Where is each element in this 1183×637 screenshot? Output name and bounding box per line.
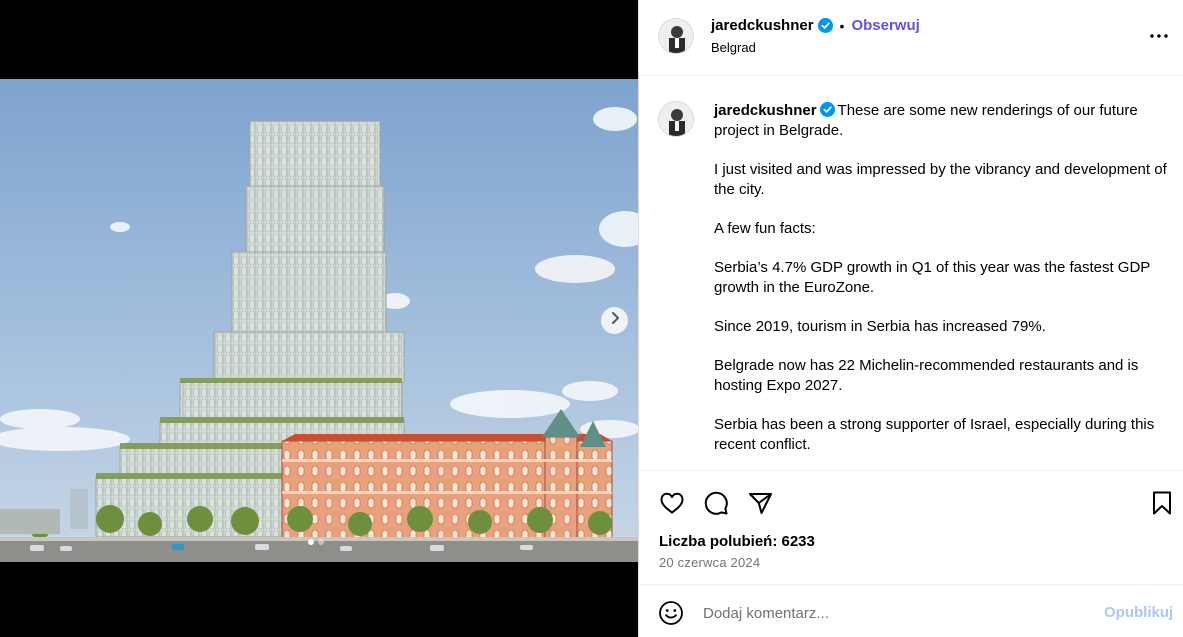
post-header: jaredckushner • Obserwuj Belgrad [639,0,1183,76]
comment-icon [702,491,730,521]
slide-dot [318,539,324,545]
more-options-icon [1147,34,1171,52]
caption-username[interactable]: jaredckushner [714,102,817,119]
verified-badge-icon [819,102,835,117]
comment-bar: Opublikuj [639,586,1183,637]
caption-paragraph: jaredckushner These are some new renderin… [714,101,1176,141]
bookmark-icon [1148,491,1176,521]
post-actions: Liczba polubień: 6233 20 czerwca 2024 [639,470,1183,585]
slide-indicator [308,539,324,545]
share-button[interactable] [746,489,774,517]
chevron-right-icon [608,311,622,330]
caption-paragraph: Serbia’s 4.7% GDP growth in Q1 of this y… [714,259,1151,296]
likes-count[interactable]: Liczba polubień: 6233 [659,533,815,550]
caption-paragraph: Since 2019, tourism in Serbia has increa… [714,318,1046,335]
caption-section: jaredckushner These are some new renderin… [639,77,1183,470]
author-avatar[interactable] [658,18,694,54]
caption-paragraph: Belgrade now has 22 Michelin-recommended… [714,357,1139,394]
caption-paragraph: I just visited and was impressed by the … [714,161,1167,198]
author-username[interactable]: jaredckushner [711,17,814,34]
heart-icon [658,492,686,521]
more-options-button[interactable] [1147,24,1171,48]
verified-badge-icon [817,18,833,33]
follow-button[interactable]: Obserwuj [851,17,919,34]
share-icon [746,493,774,521]
like-button[interactable] [658,489,686,517]
post-date[interactable]: 20 czerwca 2024 [659,555,760,570]
save-button[interactable] [1148,489,1176,517]
post-side-panel: jaredckushner • Obserwuj Belgrad jaredck… [638,0,1183,637]
emoji-picker-button[interactable] [658,600,684,626]
caption-author-avatar[interactable] [658,101,694,137]
comment-button[interactable] [702,489,730,517]
slide-dot-active [308,539,314,545]
caption-paragraph: A few fun facts: [714,220,816,237]
post-location[interactable]: Belgrad [711,40,756,55]
header-name-row: jaredckushner • Obserwuj [711,17,920,34]
post-image[interactable] [0,79,638,562]
comment-input[interactable] [703,600,1083,626]
next-slide-button[interactable] [601,307,628,334]
media-viewer [0,0,638,637]
publish-button[interactable]: Opublikuj [1104,604,1173,621]
emoji-icon [658,601,684,630]
caption-paragraph: Serbia has been a strong supporter of Is… [714,416,1155,453]
separator-dot: • [839,17,845,34]
caption-text: jaredckushner These are some new renderin… [714,101,1176,470]
